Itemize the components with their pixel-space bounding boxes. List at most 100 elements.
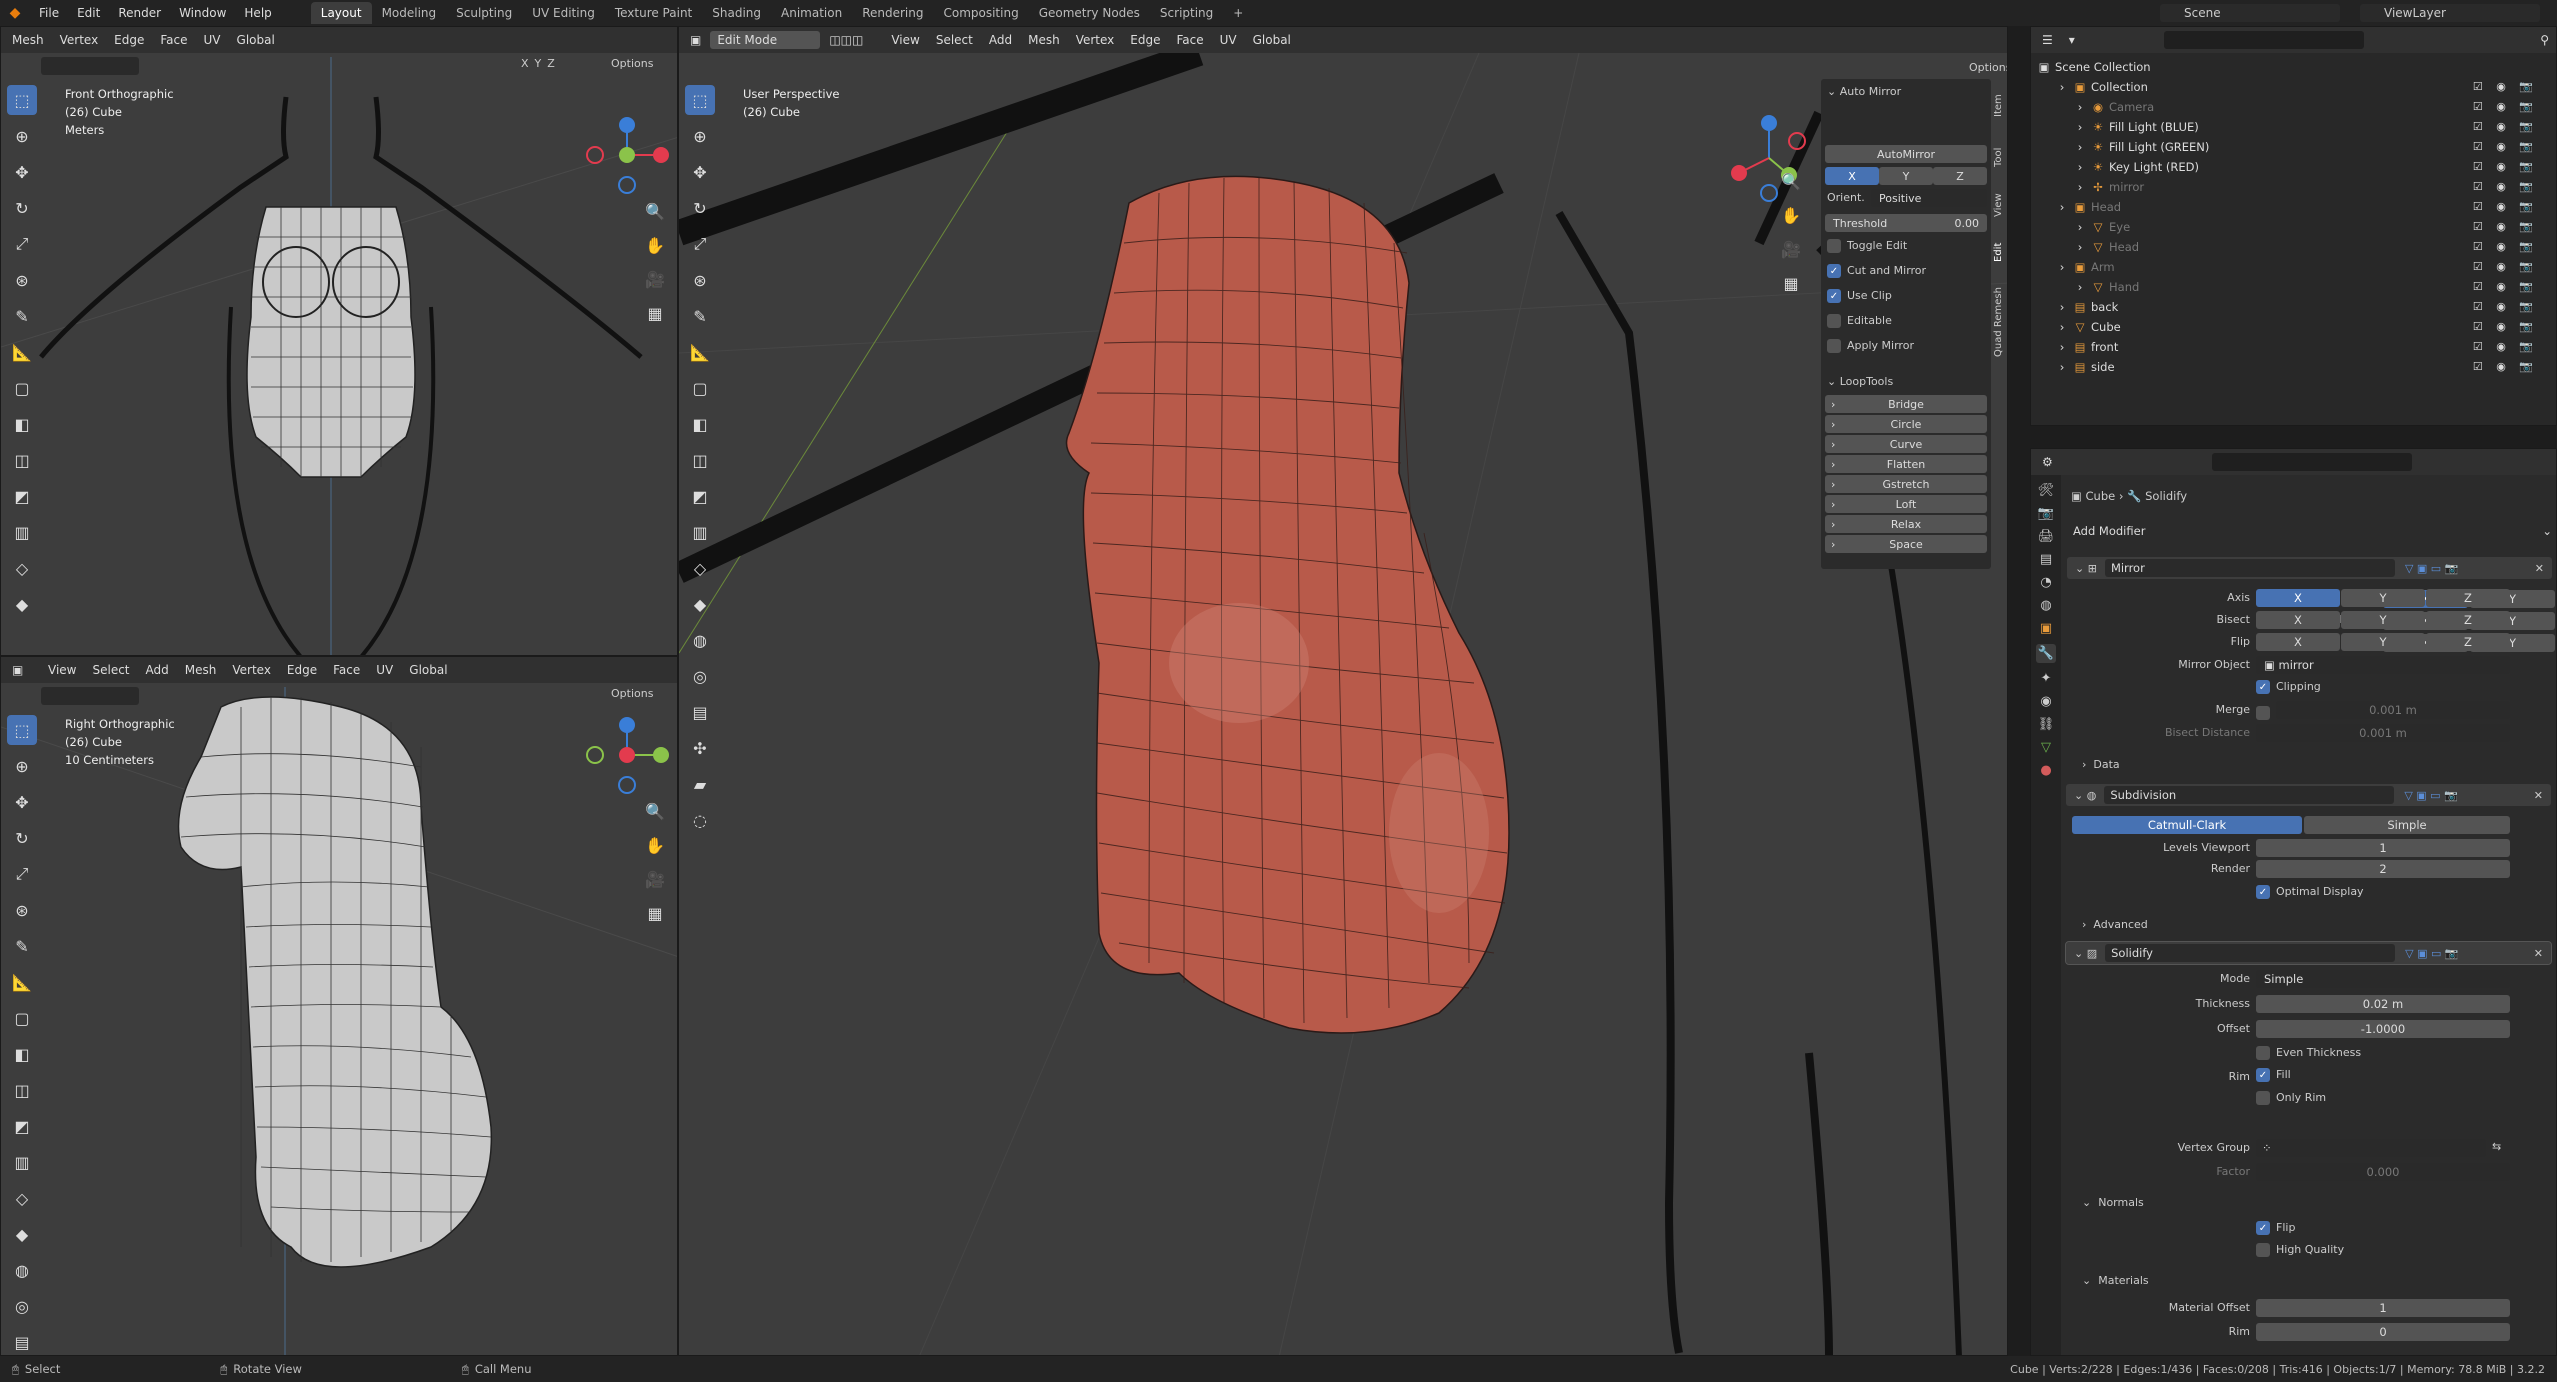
factor-field[interactable]: 0.000 — [2256, 1163, 2510, 1181]
menu-mesh[interactable]: Mesh — [178, 661, 224, 679]
looptools-space[interactable]: › Space — [1825, 535, 1987, 553]
menu-uv[interactable]: UV — [197, 31, 228, 49]
grid-ortho-icon[interactable]: ▦ — [641, 299, 669, 327]
outliner-row[interactable]: › ▤ front ☑ ◉ 📷 — [2037, 337, 2552, 357]
invert-vgroup-icon[interactable]: ⇆ — [2492, 1140, 2501, 1153]
annotate-tool-icon[interactable]: ✎ — [685, 301, 715, 331]
expand-arrow-icon[interactable]: › — [2055, 340, 2069, 354]
only-rim-checkbox[interactable]: Only Rim — [2256, 1091, 2326, 1105]
workspace-tab-shading[interactable]: Shading — [702, 2, 771, 24]
loop-cut-tool-icon[interactable]: ▥ — [685, 517, 715, 547]
filter-icon[interactable]: ⚲ — [2533, 31, 2556, 49]
add-cube-tool-icon[interactable]: ▢ — [685, 373, 715, 403]
rim-material-field[interactable]: 0 — [2256, 1323, 2510, 1341]
visibility-toggles[interactable]: ☑ ◉ 📷 — [2473, 140, 2538, 153]
inset-tool-icon[interactable]: ◫ — [7, 445, 37, 475]
display-mode-icon[interactable]: ▾ — [2062, 31, 2082, 49]
pan-hand-icon[interactable]: ✋ — [1777, 201, 1805, 229]
use-clip-checkbox[interactable]: ✓ Use Clip — [1827, 289, 1892, 303]
inset-tool-icon[interactable]: ◫ — [685, 445, 715, 475]
looptools-circle[interactable]: › Circle — [1825, 415, 1987, 433]
rotate-tool-icon[interactable]: ↻ — [685, 193, 715, 223]
spin-tool-icon[interactable]: ◍ — [685, 625, 715, 655]
shear-tool-icon[interactable]: ▰ — [685, 769, 715, 799]
modifier-visibility-icons[interactable]: ▽ ▣ ▭ 📷 — [2404, 789, 2457, 802]
select-mode-toggle[interactable]: ◫◫◫ — [822, 31, 882, 49]
transform-tool-icon[interactable]: ⊛ — [685, 265, 715, 295]
workspace-tab-geometry-nodes[interactable]: Geometry Nodes — [1029, 2, 1150, 24]
front-mesh[interactable] — [246, 206, 416, 478]
extrude-tool-icon[interactable]: ◧ — [7, 1039, 37, 1069]
menu-vertex[interactable]: Vertex — [1069, 31, 1122, 49]
front-view-canvas[interactable] — [1, 57, 678, 656]
pan-hand-icon[interactable]: ✋ — [641, 831, 669, 859]
measure-tool-icon[interactable]: 📐 — [685, 337, 715, 367]
annotate-tool-icon[interactable]: ✎ — [7, 301, 37, 331]
menu-uv[interactable]: UV — [369, 661, 400, 679]
blender-logo-icon[interactable]: ◆ — [0, 5, 30, 21]
workspace-tab-sculpting[interactable]: Sculpting — [446, 2, 522, 24]
outliner-row-scene-collection[interactable]: ▣ Scene Collection — [2037, 57, 2552, 77]
poly-build-tool-icon[interactable]: ◆ — [7, 589, 37, 619]
rotate-tool-icon[interactable]: ↻ — [7, 193, 37, 223]
menu-edge[interactable]: Edge — [107, 31, 151, 49]
cursor-tool-icon[interactable]: ⊕ — [685, 121, 715, 151]
cursor-tool-icon[interactable]: ⊕ — [7, 121, 37, 151]
right-view-canvas[interactable] — [1, 687, 678, 1356]
apply-mirror-checkbox[interactable]: Apply Mirror — [1827, 339, 1914, 353]
edge-slide-tool-icon[interactable]: ▤ — [7, 1327, 37, 1355]
menu-file[interactable]: File — [30, 6, 68, 20]
looptools-bridge[interactable]: › Bridge — [1825, 395, 1987, 413]
advanced-subpanel-header[interactable]: › Advanced — [2082, 918, 2148, 931]
spin-tool-icon[interactable]: ◍ — [7, 1255, 37, 1285]
looptools-relax[interactable]: › Relax — [1825, 515, 1987, 533]
knife-tool-icon[interactable]: ◇ — [7, 553, 37, 583]
grid-ortho-icon[interactable]: ▦ — [641, 899, 669, 927]
view-layer-selector[interactable]: ViewLayer — [2360, 4, 2540, 22]
bisect-x-btn[interactable]: X — [2256, 611, 2340, 629]
poly-build-tool-icon[interactable]: ◆ — [7, 1219, 37, 1249]
looptools-header[interactable]: ⌄ LoopTools — [1827, 375, 1893, 388]
axis-z-toggle[interactable]: Z — [1933, 167, 1987, 185]
smooth-tool-icon[interactable]: ◎ — [7, 1291, 37, 1321]
render-levels-field[interactable]: 2 — [2256, 860, 2510, 878]
outliner-row[interactable]: › ☀ Fill Light (BLUE) ☑ ◉ 📷 — [2037, 117, 2552, 137]
material-offset-field[interactable]: 1 — [2256, 1299, 2510, 1317]
flip-normals-checkbox[interactable]: ✓ Flip — [2256, 1221, 2295, 1235]
smooth-tool-icon[interactable]: ◎ — [685, 661, 715, 691]
subdivision-modifier-header[interactable]: ⌄ ◍ Subdivision ▽ ▣ ▭ 📷 ✕ — [2066, 784, 2551, 806]
visibility-toggles[interactable]: ☑ ◉ 📷 — [2473, 240, 2538, 253]
outliner-row[interactable]: › ▣ Arm ☑ ◉ 📷 — [2037, 257, 2552, 277]
add-cube-tool-icon[interactable]: ▢ — [7, 373, 37, 403]
close-icon[interactable]: ✕ — [2534, 947, 2543, 960]
select-box-tool-icon[interactable]: ⬚ — [7, 715, 37, 745]
thickness-field[interactable]: 0.02 m — [2256, 995, 2510, 1013]
transform-orientation-dropdown[interactable]: Global — [1246, 31, 1298, 49]
outliner-row[interactable]: › ◉ Camera ☑ ◉ 📷 — [2037, 97, 2552, 117]
knife-tool-icon[interactable]: ◇ — [7, 1183, 37, 1213]
simple-toggle[interactable]: Simple — [2304, 816, 2510, 834]
measure-tool-icon[interactable]: 📐 — [7, 337, 37, 367]
outliner-row[interactable]: › ▽ Eye ☑ ◉ 📷 — [2037, 217, 2552, 237]
menu-add[interactable]: Add — [139, 661, 176, 679]
grid-ortho-icon[interactable]: ▦ — [1777, 269, 1805, 297]
expand-arrow-icon[interactable]: › — [2073, 120, 2087, 134]
visibility-toggles[interactable]: ☑ ◉ 📷 — [2473, 340, 2538, 353]
flip-y-btn[interactable]: Y — [2341, 633, 2425, 651]
tab-tool[interactable]: Tool — [1993, 148, 2004, 167]
loop-cut-tool-icon[interactable]: ▥ — [7, 517, 37, 547]
menu-face[interactable]: Face — [326, 661, 367, 679]
outliner-editor-icon[interactable]: ☰ — [2035, 31, 2060, 49]
menu-help[interactable]: Help — [235, 6, 280, 20]
catmull-clark-toggle[interactable]: Catmull-Clark — [2072, 816, 2302, 834]
workspace-tab-modeling[interactable]: Modeling — [372, 2, 447, 24]
menu-render[interactable]: Render — [109, 6, 170, 20]
mode-dropdown[interactable]: Edit Mode — [710, 31, 821, 49]
bisect-y-btn[interactable]: Y — [2341, 611, 2425, 629]
viewport-front-ortho[interactable]: Mesh Vertex Edge Face UV Global Options … — [0, 26, 678, 656]
looptools-flatten[interactable]: › Flatten — [1825, 455, 1987, 473]
outliner-row[interactable]: › ▽ Hand ☑ ◉ 📷 — [2037, 277, 2552, 297]
subdivision-name-field[interactable]: Subdivision — [2104, 786, 2395, 804]
visibility-toggles[interactable]: ☑ ◉ 📷 — [2473, 80, 2538, 93]
outliner-row[interactable]: › ▽ Cube ☑ ◉ 📷 — [2037, 317, 2552, 337]
